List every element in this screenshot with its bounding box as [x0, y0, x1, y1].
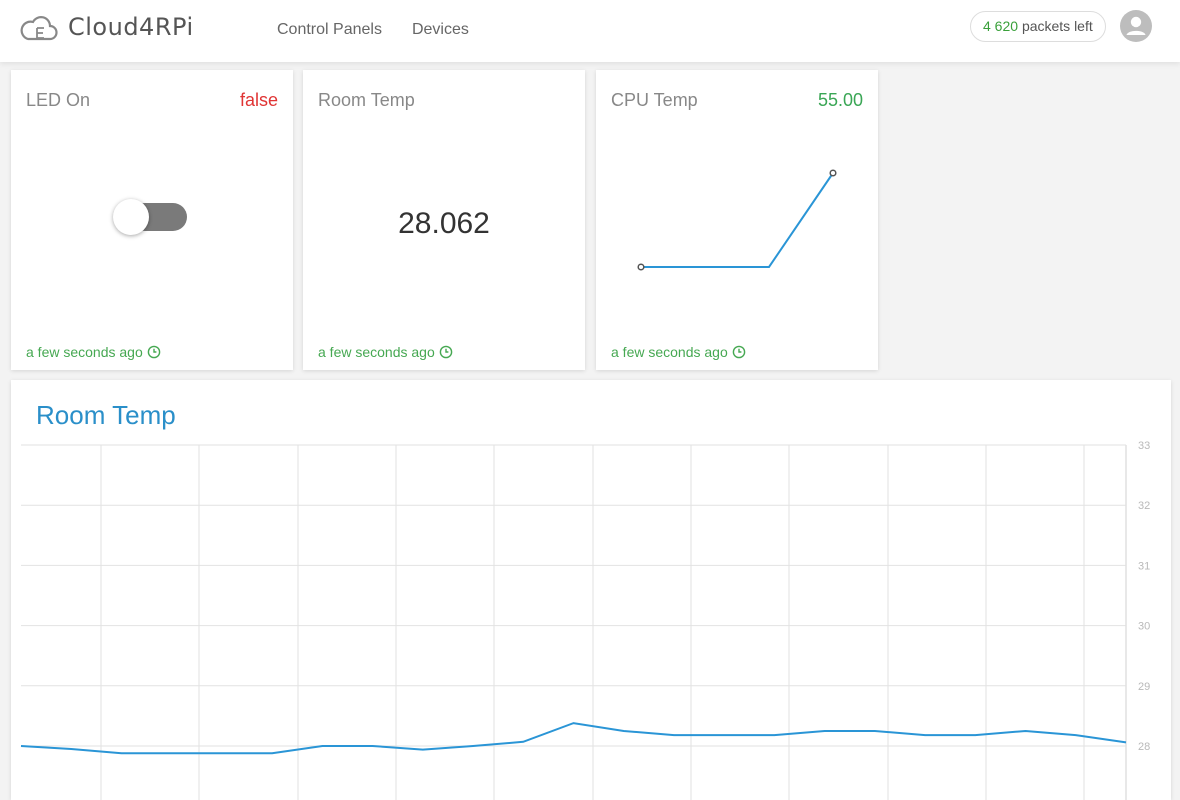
packets-label: packets left — [1021, 18, 1093, 34]
brand-logo[interactable]: Cloud4RPi — [20, 12, 194, 42]
toggle-knob — [113, 199, 149, 235]
sparkline-series — [641, 172, 834, 268]
top-bar: Cloud4RPi Control Panels Devices 4 620 p… — [0, 0, 1180, 62]
packets-badge[interactable]: 4 620 packets left — [970, 11, 1106, 42]
widget-title: LED On — [26, 90, 91, 110]
widget-value: false — [239, 90, 278, 110]
main-nav: Control Panels Devices — [277, 21, 469, 39]
clock-icon — [732, 345, 746, 359]
room-temp-series-line — [20, 722, 1127, 755]
packets-count: 4 620 — [983, 18, 1019, 34]
nav-control-panels[interactable]: Control Panels — [277, 21, 382, 39]
widget-value: 55.00 — [817, 90, 863, 110]
widget-title: Room Temp — [318, 90, 415, 110]
y-tick-label: 30 — [1138, 621, 1150, 633]
led-toggle-switch[interactable] — [113, 199, 187, 235]
user-avatar-icon[interactable] — [1120, 10, 1152, 42]
last-updated-text: a few seconds ago — [26, 344, 143, 360]
room-temp-chart-card: Room Temp 28 29 30 31 32 33 — [11, 380, 1171, 800]
last-updated-text: a few seconds ago — [611, 344, 728, 360]
room-temp-value: 28.062 — [398, 207, 490, 240]
y-tick-label: 32 — [1138, 500, 1150, 512]
y-tick-label: 33 — [1138, 440, 1150, 452]
sparkline-point — [637, 263, 645, 271]
y-tick-label: 29 — [1138, 681, 1150, 693]
widget-led-on: LED On false a few seconds ago — [11, 70, 293, 370]
sparkline-point — [829, 169, 837, 177]
nav-devices[interactable]: Devices — [412, 21, 469, 39]
y-tick-label: 31 — [1138, 560, 1150, 572]
widget-title: CPU Temp — [611, 90, 698, 110]
last-updated-text: a few seconds ago — [318, 344, 435, 360]
clock-icon — [147, 345, 161, 359]
brand-name: Cloud4RPi — [68, 13, 194, 41]
cloud-logo-icon — [20, 16, 58, 41]
widget-footer: a few seconds ago — [611, 344, 746, 360]
clock-icon — [439, 345, 453, 359]
y-tick-label: 28 — [1138, 741, 1150, 753]
room-temp-line-chart: 28 29 30 31 32 33 — [20, 440, 1150, 800]
widget-cpu-temp: CPU Temp 55.00 a few seconds ago — [596, 70, 878, 370]
widget-footer: a few seconds ago — [26, 344, 161, 360]
widget-room-temp: Room Temp 28.062 a few seconds ago — [303, 70, 585, 370]
widget-footer: a few seconds ago — [318, 344, 453, 360]
cpu-temp-sparkline — [637, 169, 837, 271]
